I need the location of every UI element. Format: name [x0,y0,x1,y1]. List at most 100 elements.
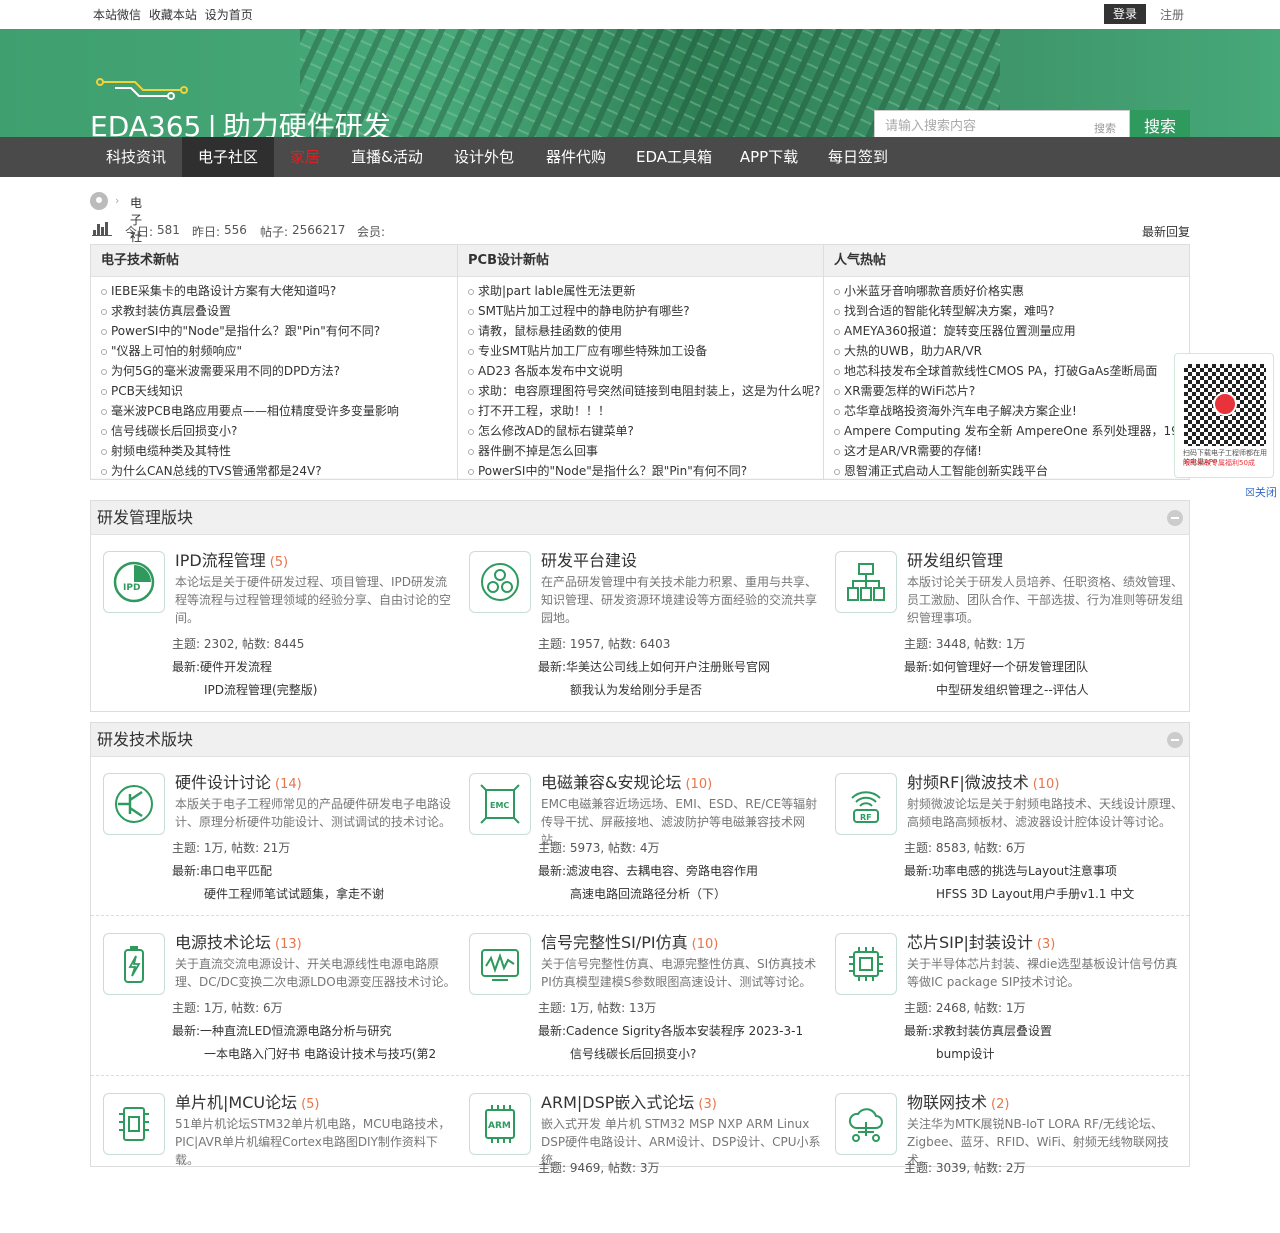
forum-latest[interactable]: 最新:硬件开发流程 [172,658,272,675]
list-item[interactable]: XR需要怎样的WiFi芯片? [834,381,1189,401]
list-item[interactable]: AMEYA360报道：旋转变压器位置测量应用 [834,321,1189,341]
nav-item-checkin[interactable]: 每日签到 [812,137,904,177]
list-item[interactable]: 这才是AR/VR需要的存储! [834,441,1189,461]
forum-latest-2[interactable]: HFSS 3D Layout用户手册v1.1 中文 [936,885,1134,902]
forum-title[interactable]: 芯片SIP|封装设计 [907,933,1033,952]
list-item[interactable]: 信号线碳长后回损变小? [101,421,457,441]
forum-title[interactable]: ARM|DSP嵌入式论坛 [541,1093,694,1112]
forum-card[interactable]: 物联网技术 (2) 关注华为MTK展锐NB-IoT LORA RF/无线论坛、Zi… [823,1083,1183,1233]
forum-latest-2[interactable]: bump设计 [936,1045,995,1062]
list-item[interactable]: 射频电缆种类及其特性 [101,441,457,461]
forum-latest-2[interactable]: 信号线碳长后回损变小? [570,1045,696,1062]
forum-latest-2[interactable]: 一本电路入门好书 电路设计技术与技巧(第2 [204,1045,436,1062]
forum-latest-2[interactable]: 硬件工程师笔试试题集，拿走不谢 [204,885,384,902]
forum-latest-2[interactable]: IPD流程管理(完整版) [204,681,317,698]
list-item[interactable]: 大热的UWB，助力AR/VR [834,341,1189,361]
list-item[interactable]: 找到合适的智能化转型解决方案，难吗? [834,301,1189,321]
forum-latest[interactable]: 最新:一种直流LED恒流源电路分析与研究 [172,1022,392,1039]
list-item[interactable]: 为何5G的毫米波需要采用不同的DPD方法? [101,361,457,381]
forum-card[interactable]: 研发平台建设 在产品研发管理中有关技术能力积累、重用与共享、知识管理、研发资源环… [457,541,817,697]
homepage-link[interactable]: 设为首页 [205,8,253,22]
forum-latest-2[interactable]: 中型研发组织管理之--评估人 [936,681,1089,698]
list-item[interactable]: PCB天线知识 [101,381,457,401]
forum-name[interactable]: 电源技术论坛 (13) [175,929,302,953]
forum-name[interactable]: IPD流程管理 (5) [175,547,288,571]
nav-item-app[interactable]: APP下载 [726,137,812,177]
forum-card[interactable]: IPD IPD流程管理 (5) 本论坛是关于硬件研发过程、项目管理、IPD研发流程… [91,541,451,697]
forum-name[interactable]: 硬件设计讨论 (14) [175,769,302,793]
login-button[interactable]: 登录 [1104,4,1146,24]
forum-card[interactable]: 硬件设计讨论 (14) 本版关于电子工程师常见的产品硬件研发电子电路设计、原理分析… [91,763,451,913]
forum-card[interactable]: 研发组织管理 本版讨论关于研发人员培养、任职资格、绩效管理、员工激励、团队合作、… [823,541,1183,697]
forum-title[interactable]: 射频RF|微波技术 [907,773,1029,792]
list-item[interactable]: 芯华章战略投资海外汽车电子解决方案企业! [834,401,1189,421]
forum-name[interactable]: 物联网技术 (2) [907,1089,1009,1113]
forum-name[interactable]: 芯片SIP|封装设计 (3) [907,929,1055,953]
nav-item-outsourcing[interactable]: 设计外包 [438,137,530,177]
search-button[interactable]: 搜索 [1130,110,1190,137]
forum-name[interactable]: ARM|DSP嵌入式论坛 (3) [541,1089,717,1113]
search-input[interactable]: 请输入搜索内容 [874,110,1130,137]
list-item[interactable]: Ampere Computing 发布全新 AmpereOne 系列处理器，19… [834,421,1189,441]
nav-item-home[interactable]: 家居 [274,137,336,177]
list-item[interactable]: PowerSI中的"Node"是指什么？跟"Pin"有何不同? [468,461,823,481]
list-item[interactable]: 毫米波PCB电路应用要点——相位精度受许多变量影响 [101,401,457,421]
forum-name[interactable]: 电磁兼容&安规论坛 (10) [541,769,712,793]
bookmark-link[interactable]: 收藏本站 [149,8,197,22]
forum-latest[interactable]: 最新:串口电平匹配 [172,862,272,879]
forum-latest-2[interactable]: 高速电路回流路径分析（下） [570,885,726,902]
forum-title[interactable]: 研发组织管理 [907,551,1003,570]
forum-latest[interactable]: 最新:如何管理好一个研发管理团队 [904,658,1088,675]
nav-item-eda-tools[interactable]: EDA工具箱 [622,137,726,177]
nav-item-live[interactable]: 直播&活动 [336,137,438,177]
list-item[interactable]: "仪器上可怕的射频响应" [101,341,457,361]
list-item[interactable]: 请教，鼠标悬挂函数的使用 [468,321,823,341]
latest-replies-link[interactable]: 最新回复 [1142,223,1190,240]
list-item[interactable]: SMT贴片加工过程中的静电防护有哪些? [468,301,823,321]
list-item[interactable]: 为什么CAN总线的TVS管通常都是24V? [101,461,457,481]
list-item[interactable]: 专业SMT贴片加工厂应有哪些特殊加工设备 [468,341,823,361]
qr-close-button[interactable]: ☒关闭 [1245,484,1277,500]
forum-name[interactable]: 研发组织管理 [907,547,1007,571]
forum-name[interactable]: 单片机|MCU论坛 (5) [175,1089,320,1113]
forum-card[interactable]: EMC 电磁兼容&安规论坛 (10) EMC电磁兼容近场远场、EMI、ESD、RE… [457,763,817,913]
forum-card[interactable]: 电源技术论坛 (13) 关于直流交流电源设计、开关电源线性电源电路原理、DC/DC… [91,923,456,1073]
forum-card[interactable]: 单片机|MCU论坛 (5) 51单片机论坛STM32单片机电路，MCU电路技术，P… [91,1083,451,1233]
list-item[interactable]: 地芯科技发布全球首款线性CMOS PA，打破GaAs垄断局面 [834,361,1189,381]
list-item[interactable]: 器件删不掉是怎么回事 [468,441,823,461]
list-item[interactable]: 求助|part lable属性无法更新 [468,281,823,301]
list-item[interactable]: 求教封装仿真层叠设置 [101,301,457,321]
forum-name[interactable]: 射频RF|微波技术 (10) [907,769,1059,793]
forum-latest[interactable]: 最新:华美达公司线上如何开户注册账号官网 [538,658,770,675]
list-item[interactable]: 恩智浦正式启动人工智能创新实践平台 [834,461,1189,481]
forum-card[interactable]: 芯片SIP|封装设计 (3) 关于半导体芯片封装、裸die选型基板设计信号仿真等做… [823,923,1183,1073]
forum-card[interactable]: 信号完整性SI/PI仿真 (10) 关于信号完整性仿真、电源完整性仿真、SI仿真技… [457,923,817,1073]
forum-title[interactable]: 研发平台建设 [541,551,637,570]
forum-latest[interactable]: 最新:功率电感的挑选与Layout注意事项 [904,862,1117,879]
list-item[interactable]: IEBE采集卡的电路设计方案有大佬知道吗? [101,281,457,301]
forum-title[interactable]: 物联网技术 [907,1093,987,1112]
forum-title[interactable]: 电磁兼容&安规论坛 [541,773,681,792]
forum-latest[interactable]: 最新:Cadence Sigrity各版本安装程序 2023-3-1 [538,1022,803,1039]
wechat-link[interactable]: 本站微信 [93,8,141,22]
nav-item-components[interactable]: 器件代购 [530,137,622,177]
nav-item-news[interactable]: 科技资讯 [90,137,182,177]
collapse-icon[interactable] [1167,510,1183,526]
forum-title[interactable]: IPD流程管理 [175,551,266,570]
forum-title[interactable]: 单片机|MCU论坛 [175,1093,297,1112]
list-item[interactable]: AD23 各版本发布中文说明 [468,361,823,381]
forum-name[interactable]: 信号完整性SI/PI仿真 (10) [541,929,718,953]
forum-title[interactable]: 硬件设计讨论 [175,773,271,792]
forum-title[interactable]: 电源技术论坛 [175,933,271,952]
forum-card[interactable]: ARM ARM|DSP嵌入式论坛 (3) 嵌入式开发 单片机 STM32 MSP … [457,1083,821,1233]
forum-title[interactable]: 信号完整性SI/PI仿真 [541,933,688,952]
forum-name[interactable]: 研发平台建设 [541,547,641,571]
list-item[interactable]: 怎么修改AD的鼠标右键菜单? [468,421,823,441]
list-item[interactable]: PowerSI中的"Node"是指什么？跟"Pin"有何不同? [101,321,457,341]
forum-card[interactable]: RF 射频RF|微波技术 (10) 射频微波论坛是关于射频电路技术、天线设计原理、… [823,763,1183,913]
forum-latest[interactable]: 最新:滤波电容、去耦电容、旁路电容作用 [538,862,758,879]
list-item[interactable]: 打不开工程，求助！！！ [468,401,823,421]
list-item[interactable]: 求助：电容原理图符号突然间链接到电阻封装上，这是为什么呢? [468,381,823,401]
nav-item-community[interactable]: 电子社区 [182,137,274,177]
register-link[interactable]: 注册 [1160,6,1184,23]
